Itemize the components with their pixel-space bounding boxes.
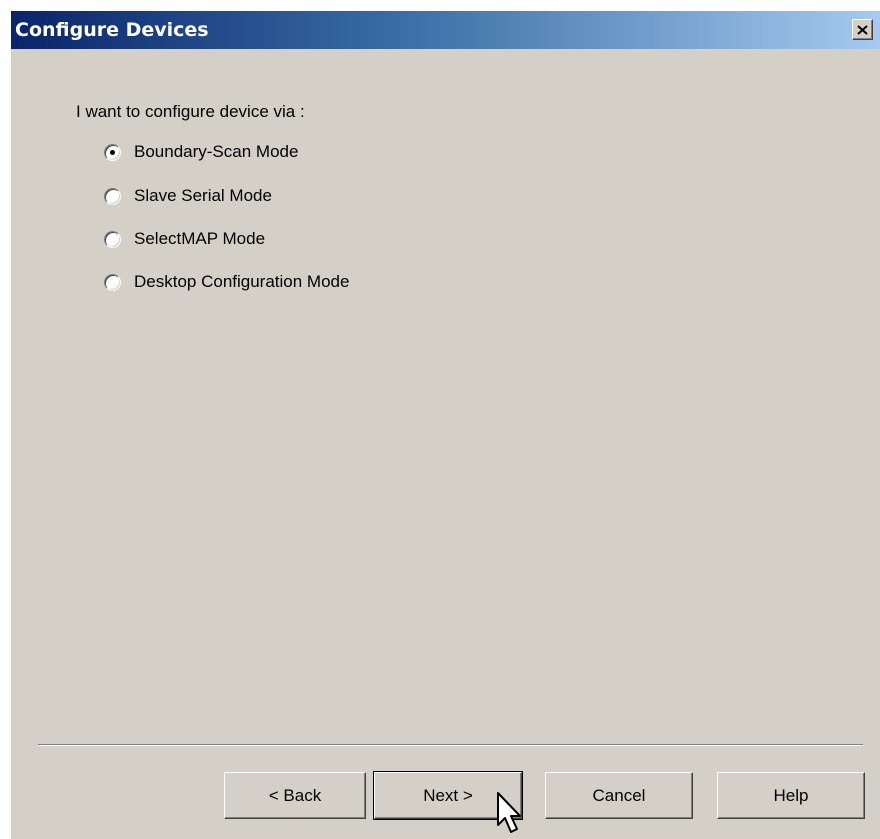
title-bar[interactable]: Configure Devices (11, 11, 880, 49)
configure-prompt: I want to configure device via : (76, 102, 305, 121)
radio-button-icon[interactable] (104, 230, 121, 248)
radio-label[interactable]: SelectMAP Mode (134, 229, 265, 249)
next-button[interactable]: Next > (373, 771, 523, 820)
radio-desktop-configuration-mode[interactable]: Desktop Configuration Mode (104, 270, 349, 294)
configure-devices-dialog: Configure Devices I want to configure de… (9, 9, 880, 839)
radio-button-icon[interactable] (104, 187, 121, 205)
back-button[interactable]: < Back (224, 772, 366, 819)
cancel-button[interactable]: Cancel (545, 772, 693, 819)
radio-label[interactable]: Slave Serial Mode (134, 186, 272, 206)
radio-slave-serial-mode[interactable]: Slave Serial Mode (104, 184, 272, 208)
dialog-title: Configure Devices (15, 19, 209, 41)
radio-button-icon[interactable] (104, 143, 121, 161)
radio-label[interactable]: Desktop Configuration Mode (134, 272, 349, 292)
radio-selectmap-mode[interactable]: SelectMAP Mode (104, 227, 265, 251)
radio-selected-dot (110, 149, 115, 155)
close-icon (857, 24, 868, 35)
help-button[interactable]: Help (717, 772, 865, 819)
radio-label[interactable]: Boundary-Scan Mode (134, 142, 298, 162)
close-button[interactable] (852, 19, 873, 40)
radio-boundary-scan-mode[interactable]: Boundary-Scan Mode (104, 140, 298, 164)
footer-separator (38, 744, 863, 746)
radio-button-icon[interactable] (104, 273, 121, 291)
